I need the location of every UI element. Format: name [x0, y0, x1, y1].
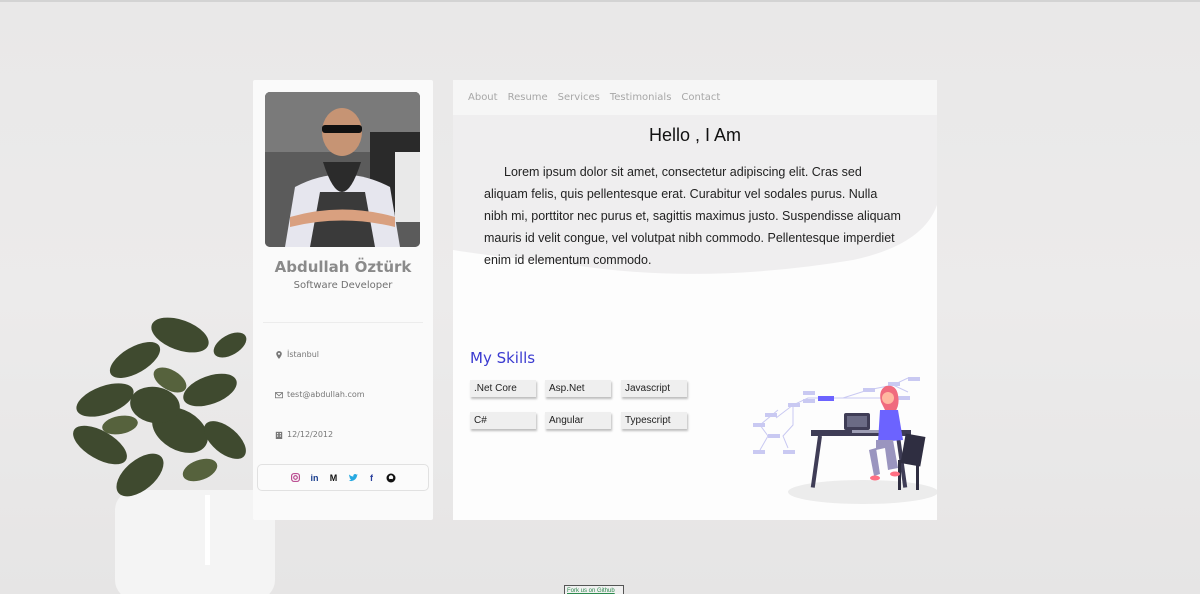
map-pin-icon: [276, 350, 282, 359]
location-text: İstanbul: [287, 350, 320, 359]
about-heading: Hello , I Am: [648, 125, 742, 145]
skill-chip: Javascript: [621, 380, 687, 397]
fork-github-link[interactable]: Fork us on Github: [564, 585, 624, 594]
building-icon: [275, 431, 283, 439]
top-border: [0, 0, 1200, 2]
skill-chip: Angular: [545, 412, 611, 429]
profile-name: Abdullah Öztürk: [274, 258, 412, 276]
profile-divider: [263, 322, 423, 323]
profile-role: Software Developer: [293, 280, 393, 291]
envelope-icon: [275, 391, 283, 398]
skill-chip: Typescript: [621, 412, 687, 429]
developer-illustration: [753, 377, 937, 504]
email-text[interactable]: test@abdullah.com: [287, 390, 365, 399]
profile-card: Abdullah Öztürk Software Developer İstan…: [253, 80, 433, 520]
date-text: 12/12/2012: [287, 430, 334, 439]
github-icon[interactable]: [385, 472, 396, 483]
about-text: Lorem ipsum dolor sit amet, consectetur …: [484, 165, 901, 267]
skill-chip: C#: [470, 412, 536, 429]
linkedin-icon[interactable]: in: [309, 472, 320, 483]
email-row: test@abdullah.com: [275, 390, 365, 399]
skill-chip: Asp.Net: [545, 380, 611, 397]
twitter-icon[interactable]: [347, 472, 358, 483]
nav-services[interactable]: Services: [558, 92, 600, 103]
facebook-icon[interactable]: f: [366, 472, 377, 483]
nav-contact[interactable]: Contact: [681, 92, 720, 103]
skill-chip: .Net Core: [470, 380, 536, 397]
main-card: About Resume Services Testimonials Conta…: [453, 80, 937, 520]
nav-about[interactable]: About: [468, 92, 498, 103]
top-nav: About Resume Services Testimonials Conta…: [453, 80, 937, 115]
medium-icon[interactable]: M: [328, 472, 339, 483]
date-row: 12/12/2012: [275, 430, 333, 439]
profile-photo: [265, 92, 420, 247]
instagram-icon[interactable]: [290, 472, 301, 483]
nav-resume[interactable]: Resume: [508, 92, 548, 103]
skills-title: My Skills: [470, 349, 536, 367]
nav-testimonials[interactable]: Testimonials: [610, 92, 672, 103]
location-row: İstanbul: [275, 350, 319, 359]
social-links: in M f: [257, 464, 429, 491]
